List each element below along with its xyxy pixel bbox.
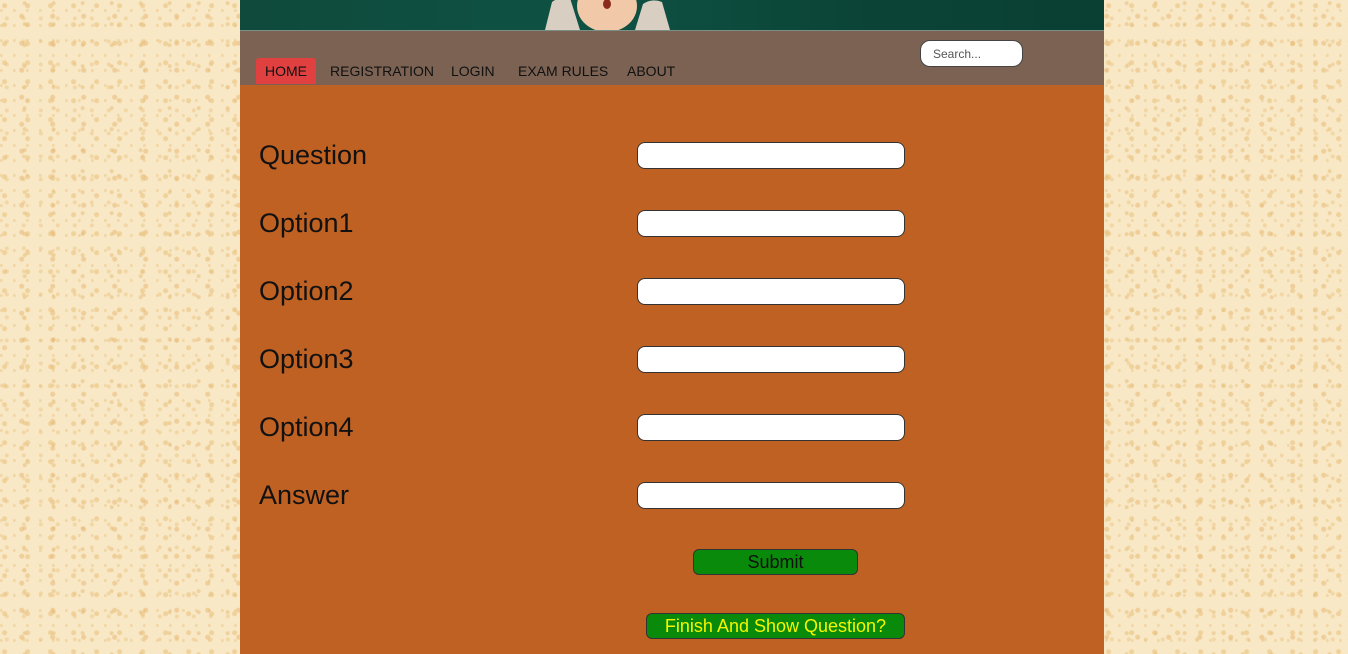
- nav-item-home[interactable]: HOME: [256, 58, 316, 84]
- nav-item-about[interactable]: ABOUT: [618, 58, 684, 84]
- nav-item-login[interactable]: LOGIN: [442, 58, 504, 84]
- answer-label: Answer: [259, 480, 350, 510]
- question-input[interactable]: [637, 142, 905, 169]
- main-panel: HOME REGISTRATION LOGIN EXAM RULES ABOUT…: [240, 0, 1104, 654]
- option3-label: Option3: [259, 344, 354, 374]
- option2-input[interactable]: [637, 278, 905, 305]
- question-label: Question: [259, 140, 368, 170]
- option3-input[interactable]: [637, 346, 905, 373]
- option2-label: Option2: [259, 276, 354, 306]
- nav-item-registration[interactable]: REGISTRATION: [321, 58, 443, 84]
- answer-input[interactable]: [637, 482, 905, 509]
- option1-input[interactable]: [637, 210, 905, 237]
- banner-child-image: [545, 0, 670, 30]
- nav-item-exam-rules[interactable]: EXAM RULES: [509, 58, 617, 84]
- finish-and-show-question-button[interactable]: Finish And Show Question?: [646, 613, 905, 639]
- header-banner: [240, 0, 1104, 31]
- option1-label: Option1: [259, 208, 354, 238]
- submit-button[interactable]: Submit: [693, 549, 858, 575]
- option4-label: Option4: [259, 412, 354, 442]
- search-input[interactable]: [920, 40, 1023, 67]
- option4-input[interactable]: [637, 414, 905, 441]
- navigation-bar: HOME REGISTRATION LOGIN EXAM RULES ABOUT: [240, 31, 1104, 85]
